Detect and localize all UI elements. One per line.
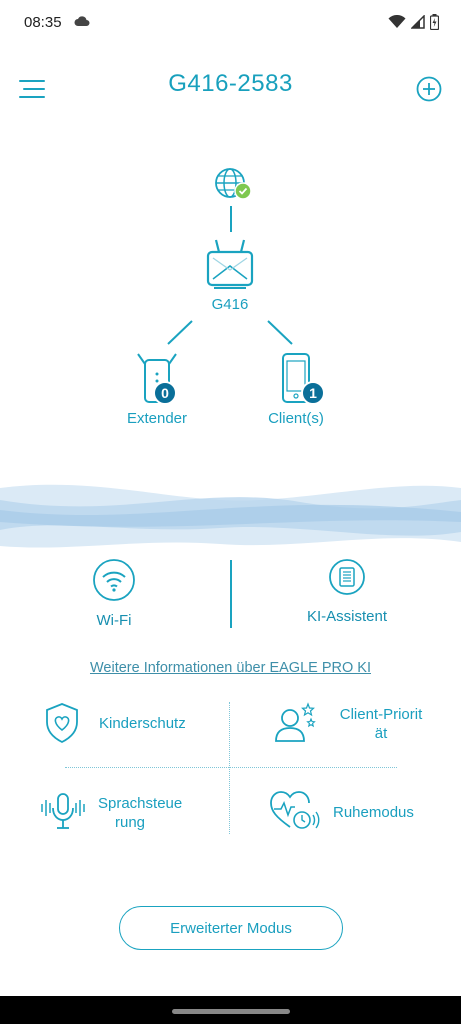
wifi-icon[interactable] (92, 558, 136, 602)
link-line (230, 206, 232, 232)
client-priority-label-line1: Client-Priorit (339, 706, 423, 723)
router-label: G416 (211, 296, 249, 313)
status-icons (388, 14, 439, 30)
advanced-mode-button[interactable]: Erweiterter Modus (119, 906, 343, 950)
battery-icon (430, 14, 439, 30)
voice-control-label-line2: rung (114, 814, 146, 831)
status-time: 08:35 (24, 14, 62, 31)
grid-divider-vertical (229, 702, 230, 834)
clients-label[interactable]: Client(s) (246, 410, 346, 427)
voice-control-label[interactable]: Sprachsteue rung (98, 794, 183, 832)
sleep-mode-icon[interactable] (268, 789, 320, 833)
add-icon[interactable] (414, 74, 444, 104)
extender-count-badge: 0 (153, 381, 177, 405)
page-title: G416-2583 (168, 70, 293, 97)
cloud-icon (74, 16, 90, 26)
more-info-link[interactable]: Weitere Informationen über EAGLE PRO KI (0, 660, 461, 676)
topology-branches (167, 320, 293, 345)
ai-assistant-icon[interactable] (328, 558, 366, 596)
voice-control-label-line1: Sprachsteue (98, 795, 183, 812)
wifi-signal-icon (388, 15, 406, 28)
internet-globe-icon[interactable] (211, 165, 253, 203)
wave-decoration (0, 484, 461, 548)
sleep-mode-label[interactable]: Ruhemodus (333, 803, 414, 822)
parental-control-label[interactable]: Kinderschutz (99, 714, 186, 733)
client-priority-label[interactable]: Client-Priorit ät (331, 705, 431, 743)
shield-heart-icon[interactable] (44, 702, 80, 744)
ai-assistant-label[interactable]: KI-Assistent (287, 608, 407, 625)
microphone-icon[interactable] (38, 790, 88, 834)
grid-divider-horizontal (65, 767, 397, 768)
status-bar: 08:35 (0, 0, 461, 48)
client-priority-label-line2: ät (374, 725, 388, 742)
home-gesture-handle[interactable] (172, 1009, 290, 1014)
router-icon[interactable] (204, 236, 256, 292)
feature-divider (230, 560, 232, 628)
extender-label[interactable]: Extender (107, 410, 207, 427)
clients-count-badge: 1 (301, 381, 325, 405)
cell-signal-icon (411, 15, 425, 29)
client-priority-icon[interactable] (272, 701, 318, 745)
wifi-label[interactable]: Wi-Fi (64, 612, 164, 629)
